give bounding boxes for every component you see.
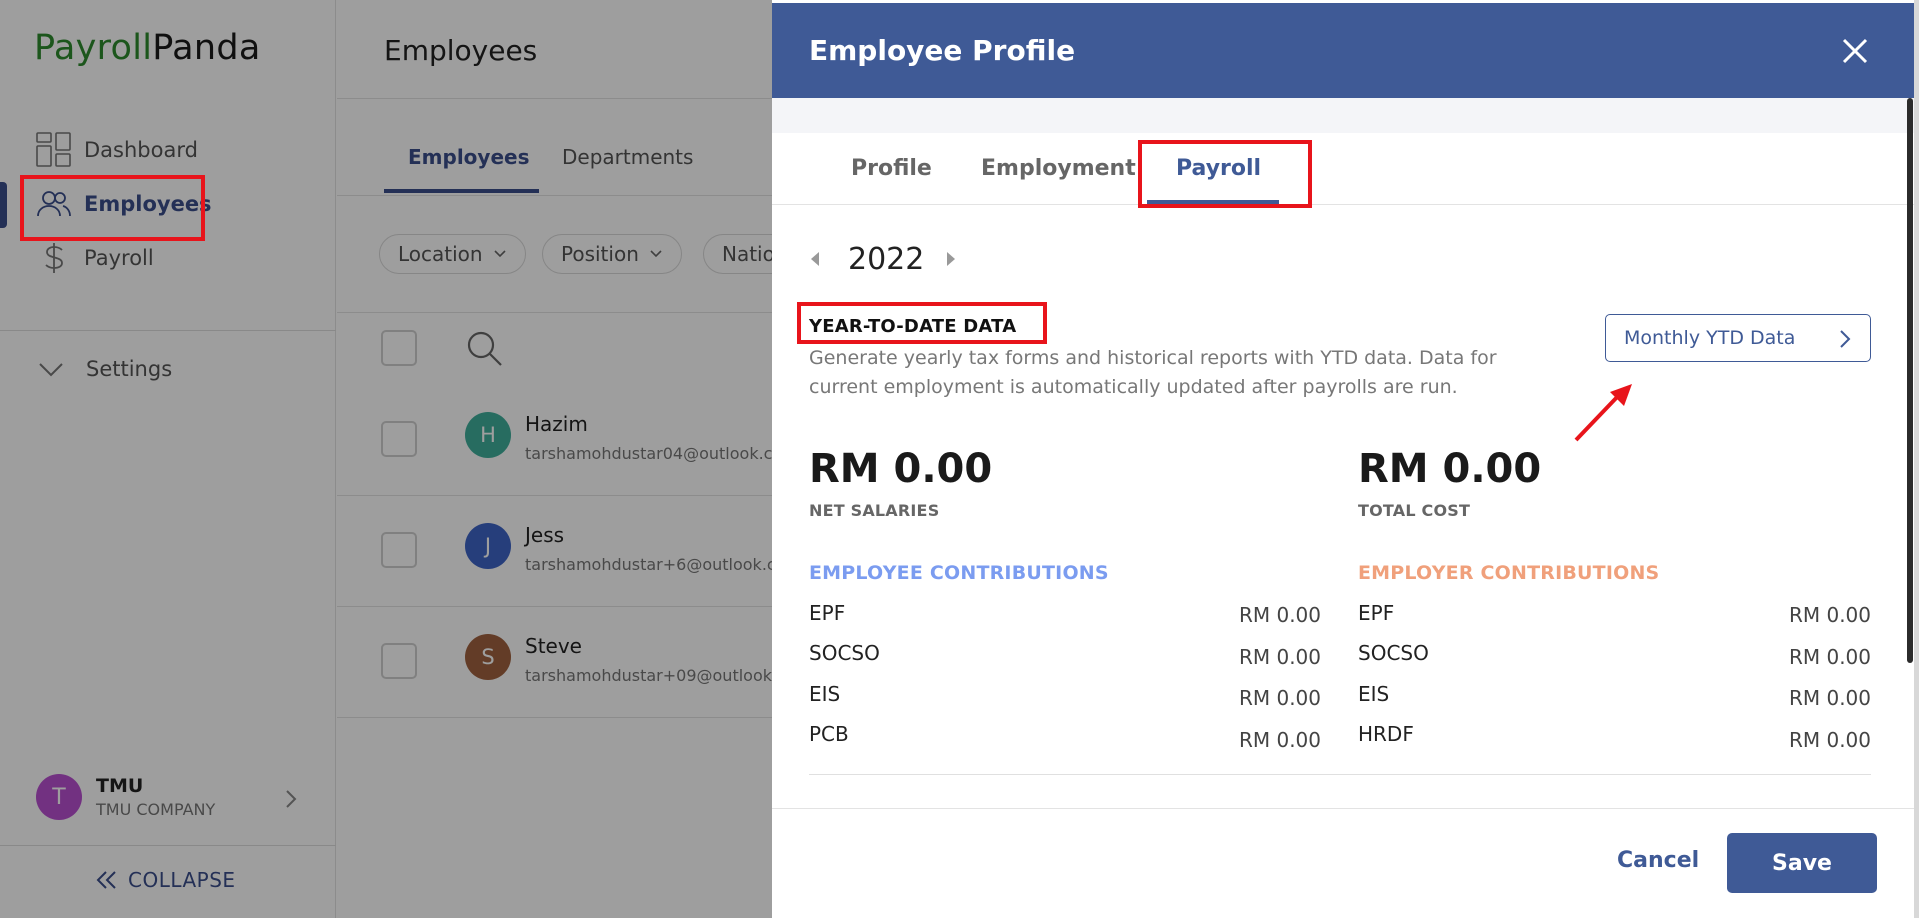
total-cost-amount: RM 0.00 <box>1358 446 1542 492</box>
save-button[interactable]: Save <box>1727 833 1877 893</box>
next-year-icon[interactable] <box>946 250 958 268</box>
contribution-value: RM 0.00 <box>1788 686 1871 710</box>
tab-profile[interactable]: Profile <box>851 156 932 181</box>
window-edge <box>1914 0 1919 918</box>
contribution-name: EIS <box>809 682 841 706</box>
arrow-annotation-icon <box>1574 384 1632 442</box>
highlight-payroll-tab <box>1138 140 1312 208</box>
contribution-value: RM 0.00 <box>1238 686 1321 710</box>
close-icon[interactable] <box>1838 34 1872 68</box>
contribution-name: HRDF <box>1358 722 1414 746</box>
panel-subheader <box>772 98 1914 133</box>
contribution-name: PCB <box>809 722 849 746</box>
contribution-value: RM 0.00 <box>1788 603 1871 627</box>
net-salaries-label: NET SALARIES <box>809 501 940 520</box>
contribution-name: SOCSO <box>1358 641 1429 665</box>
tab-employment[interactable]: Employment <box>981 156 1136 181</box>
ytd-description: Generate yearly tax forms and historical… <box>809 347 1497 398</box>
panel-header: Employee Profile <box>772 3 1914 98</box>
employer-contributions-title: EMPLOYER CONTRIBUTIONS <box>1358 562 1660 584</box>
total-cost-label: TOTAL COST <box>1358 501 1471 520</box>
button-label: Monthly YTD Data <box>1624 327 1796 349</box>
cancel-button[interactable]: Cancel <box>1617 848 1699 873</box>
contribution-value: RM 0.00 <box>1238 603 1321 627</box>
contribution-value: RM 0.00 <box>1238 728 1321 752</box>
highlight-employees <box>20 175 205 241</box>
contribution-value: RM 0.00 <box>1238 645 1321 669</box>
scrollbar[interactable] <box>1907 98 1913 663</box>
contribution-name: EPF <box>809 601 846 625</box>
highlight-ytd-title <box>797 302 1047 344</box>
employee-contributions-title: EMPLOYEE CONTRIBUTIONS <box>809 562 1109 584</box>
employee-profile-panel: Employee Profile Profile Employment Payr… <box>772 0 1919 918</box>
year-label: 2022 <box>848 242 925 277</box>
contribution-name: EIS <box>1358 682 1390 706</box>
panel-title: Employee Profile <box>809 34 1076 67</box>
previous-year-icon[interactable] <box>808 250 820 268</box>
chevron-right-icon <box>1840 330 1851 348</box>
contribution-value: RM 0.00 <box>1788 645 1871 669</box>
contribution-value: RM 0.00 <box>1788 728 1871 752</box>
net-salaries-amount: RM 0.00 <box>809 446 993 492</box>
footer-divider <box>772 808 1914 809</box>
contribution-name: SOCSO <box>809 641 880 665</box>
monthly-ytd-data-button[interactable]: Monthly YTD Data <box>1605 314 1871 362</box>
section-divider <box>809 774 1871 775</box>
contribution-name: EPF <box>1358 601 1395 625</box>
tabs-divider <box>772 204 1914 205</box>
